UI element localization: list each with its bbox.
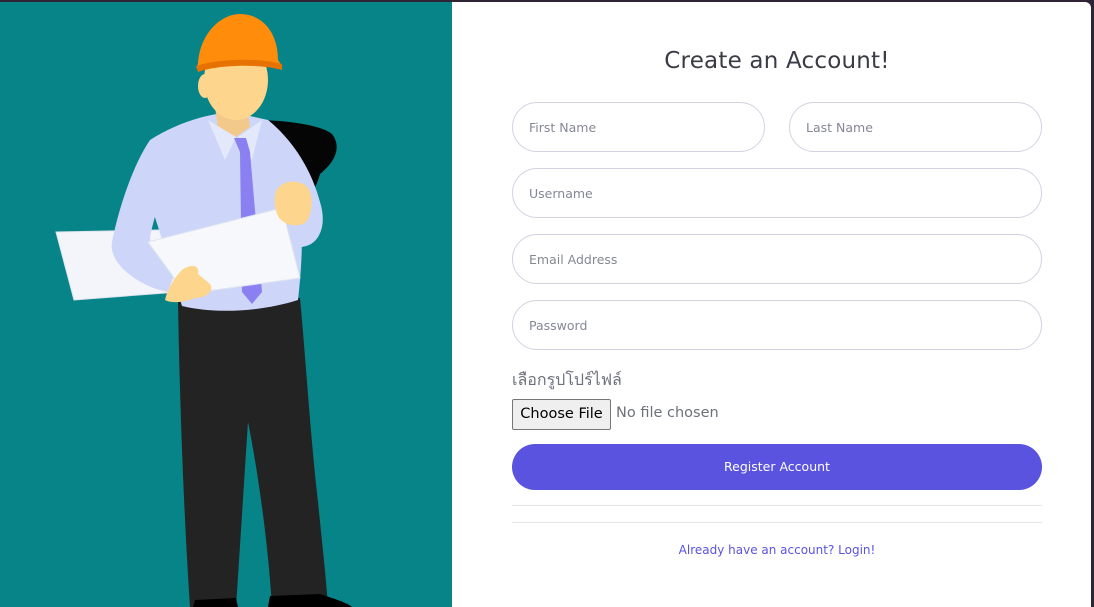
engineer-illustration [0,2,452,607]
page-title: Create an Account! [664,48,890,74]
email-input[interactable] [512,234,1042,284]
register-card: Create an Account! เลือกรูปโปร์ไฟล์ Choo… [0,2,1091,607]
last-name-input[interactable] [789,102,1042,152]
divider [512,522,1042,523]
file-status-text: No file chosen [616,405,719,421]
profile-picture-label: เลือกรูปโปร์ไฟล์ [512,370,622,389]
divider [512,505,1042,506]
engineer-figure-icon [55,14,352,607]
first-name-input[interactable] [512,102,765,152]
register-account-button[interactable]: Register Account [512,444,1042,490]
password-input[interactable] [512,300,1042,350]
register-form: Create an Account! เลือกรูปโปร์ไฟล์ Choo… [512,2,1042,607]
choose-file-button[interactable]: Choose File [512,399,611,430]
login-link[interactable]: Already have an account? Login! [512,543,1042,557]
username-input[interactable] [512,168,1042,218]
